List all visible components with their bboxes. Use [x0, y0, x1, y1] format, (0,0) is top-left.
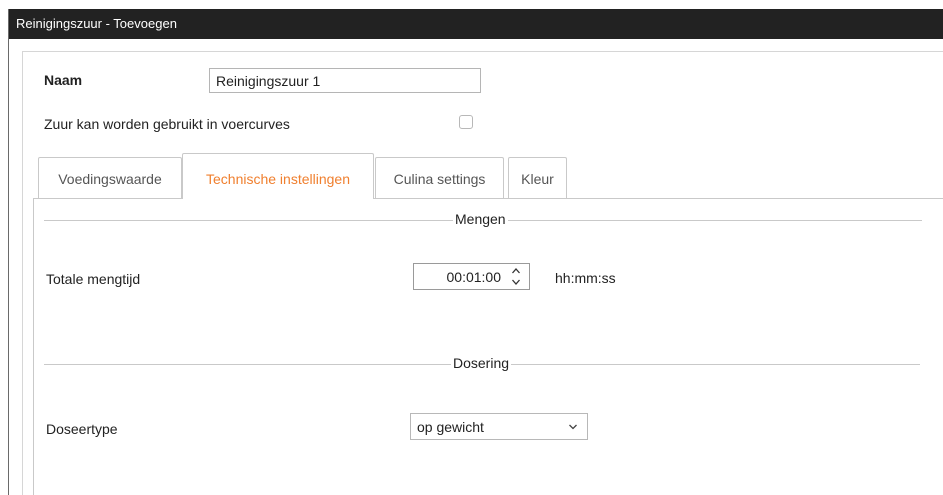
total-mix-time-input[interactable]: 00:01:00: [413, 263, 530, 290]
chevron-down-icon: [569, 424, 577, 430]
window-titlebar[interactable]: Reinigingszuur - Toevoegen: [9, 9, 943, 39]
voercurves-label: Zuur kan worden gebruikt in voercurves: [44, 116, 290, 132]
tab-culina-settings[interactable]: Culina settings: [375, 157, 504, 198]
tab-kleur-label: Kleur: [521, 171, 554, 187]
window-title: Reinigingszuur - Toevoegen: [16, 16, 177, 31]
time-unit-label: hh:mm:ss: [555, 270, 616, 286]
dosering-section-title: Dosering: [451, 355, 512, 371]
name-input[interactable]: [209, 68, 481, 93]
name-label: Naam: [44, 72, 83, 88]
total-mix-time-value: 00:01:00: [446, 269, 502, 285]
spinner-down-icon[interactable]: [511, 277, 521, 287]
tab-voedingswaarde[interactable]: Voedingswaarde: [38, 157, 182, 198]
voercurves-checkbox[interactable]: [459, 115, 473, 129]
dose-type-select[interactable]: op gewicht: [410, 413, 588, 440]
tab-content-panel: Mengen Totale mengtijd Dosering Doseerty…: [33, 198, 943, 495]
tab-kleur[interactable]: Kleur: [508, 157, 567, 198]
tab-technische-instellingen-label: Technische instellingen: [206, 171, 350, 187]
dose-type-value: op gewicht: [417, 419, 484, 435]
mengen-section-title: Mengen: [453, 211, 508, 227]
tab-culina-settings-label: Culina settings: [393, 171, 486, 187]
total-mix-time-label: Totale mengtijd: [46, 271, 141, 287]
spinner-up-down-icon[interactable]: [511, 266, 521, 288]
tab-voedingswaarde-label: Voedingswaarde: [58, 171, 162, 187]
spinner-up-icon[interactable]: [511, 266, 521, 276]
dose-type-label: Doseertype: [46, 421, 118, 437]
tab-technische-instellingen[interactable]: Technische instellingen: [182, 153, 374, 199]
